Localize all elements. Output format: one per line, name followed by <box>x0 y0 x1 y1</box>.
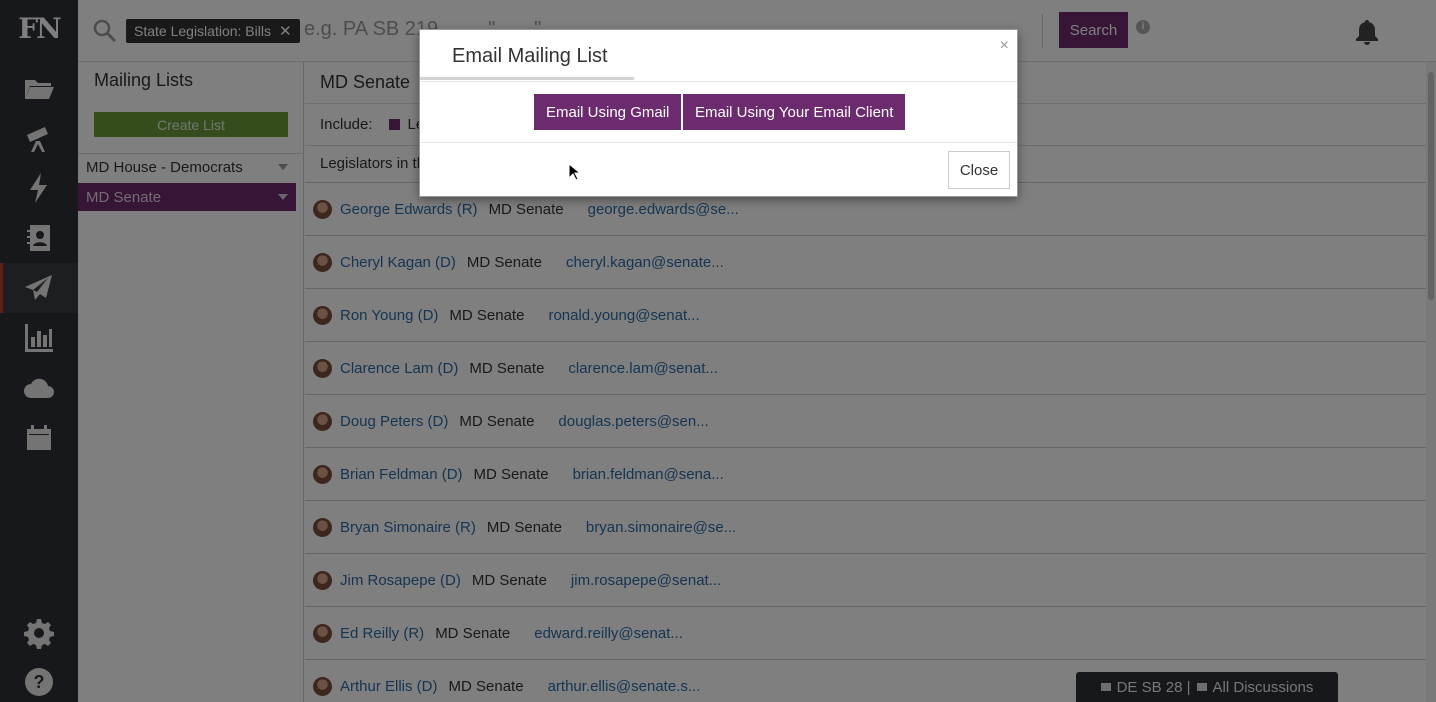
mouse-cursor-icon <box>568 163 580 181</box>
close-button[interactable]: Close <box>948 151 1010 189</box>
email-using-client-button[interactable]: Email Using Your Email Client <box>683 94 906 130</box>
title-underline <box>420 77 634 80</box>
email-using-gmail-button[interactable]: Email Using Gmail <box>534 94 682 130</box>
divider <box>420 142 1017 143</box>
dialog-title: Email Mailing List <box>452 45 608 67</box>
close-icon[interactable]: × <box>1000 37 1009 55</box>
divider <box>420 81 1017 82</box>
email-mailing-list-dialog: Email Mailing List × Email Using Gmail E… <box>419 29 1018 197</box>
